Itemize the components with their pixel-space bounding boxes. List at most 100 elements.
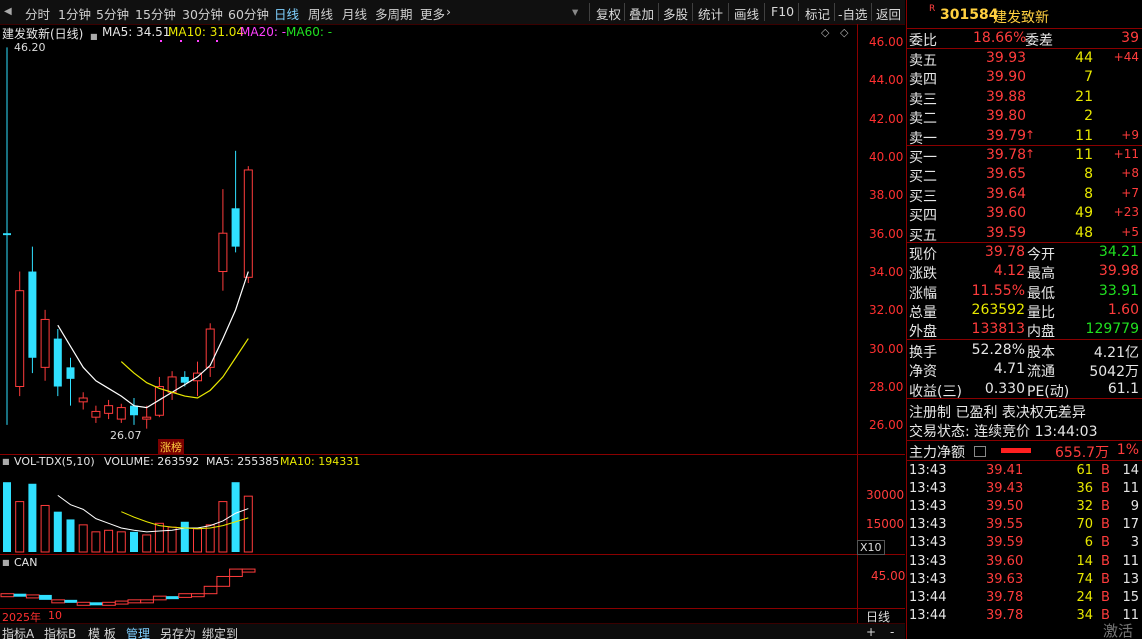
- save-as-tab[interactable]: 另存为: [160, 625, 196, 639]
- marker-dot: [180, 40, 182, 42]
- main-flow-icon[interactable]: [974, 446, 986, 457]
- candlestick-series: [3, 47, 253, 429]
- quote-value: 1.60: [1107, 301, 1139, 318]
- volume-bar: [104, 529, 114, 553]
- tick-row[interactable]: 13:43 39.50 32 B 9: [907, 498, 1142, 517]
- statistics-button[interactable]: 统计: [698, 4, 723, 23]
- buy-row[interactable]: 买三 39.64 8 +7: [907, 185, 1142, 205]
- dropdown-icon[interactable]: ■: [2, 558, 10, 567]
- ma20-label: MA20: -: [240, 25, 287, 39]
- sell-row[interactable]: 卖五 39.93 44 +44: [907, 49, 1142, 69]
- tab-fenshi[interactable]: 分时: [25, 4, 50, 23]
- sell-row[interactable]: 卖四 39.90 7: [907, 68, 1142, 88]
- mark-button[interactable]: 标记: [805, 4, 830, 23]
- manage-tab[interactable]: 管理: [126, 625, 150, 639]
- can-bar: [25, 594, 40, 599]
- tick-row[interactable]: 13:43 39.43 36 B 11: [907, 480, 1142, 499]
- stock-name[interactable]: 建发致新: [993, 7, 1049, 27]
- remove-watchlist-button[interactable]: -自选: [838, 4, 868, 23]
- tab-weekly[interactable]: 周线: [308, 4, 333, 23]
- buy-row[interactable]: 买二 39.65 8 +8: [907, 165, 1142, 185]
- tab-5min[interactable]: 5分钟: [96, 4, 129, 23]
- trade-status: 交易状态: 连续竞价 13:44:03: [909, 424, 1098, 440]
- buy-row[interactable]: 买五 39.59 48 +5: [907, 224, 1142, 244]
- tab-multi-period[interactable]: 多周期: [375, 4, 413, 23]
- price-tick: 38.00: [869, 188, 904, 203]
- tick-price: 39.63: [986, 571, 1024, 587]
- zoom-out-button[interactable]: -: [890, 625, 894, 639]
- sell-volume: 7: [1084, 69, 1093, 86]
- buy-row[interactable]: 买四 39.60 49 +23: [907, 204, 1142, 224]
- tick-row[interactable]: 13:44 39.78 34 B 11: [907, 607, 1142, 626]
- sell-label: 卖一: [909, 130, 937, 147]
- tick-row[interactable]: 13:43 39.41 61 B 14: [907, 462, 1142, 481]
- stock-header: R 301584 建发致新: [907, 4, 1142, 26]
- indicator-a-tab[interactable]: 指标A: [2, 625, 34, 639]
- tab-15min[interactable]: 15分钟: [135, 4, 176, 23]
- tick-row[interactable]: 13:43 39.63 74 B 13: [907, 571, 1142, 590]
- tab-monthly[interactable]: 月线: [342, 4, 367, 23]
- tick-row[interactable]: 13:43 39.59 6 B 3: [907, 534, 1142, 553]
- zoom-in-button[interactable]: +: [866, 625, 876, 639]
- candle-body: [28, 271, 37, 358]
- volume-ma5: MA5: 255385: [206, 455, 280, 468]
- tick-count: 13: [1122, 571, 1139, 587]
- overlay-button[interactable]: 叠加: [629, 4, 654, 23]
- candle-body: [53, 338, 62, 387]
- price-tick: 44.00: [869, 73, 904, 88]
- f10-button[interactable]: F10: [771, 4, 794, 19]
- tick-price: 39.60: [986, 553, 1024, 569]
- volume-bar: [53, 511, 62, 552]
- candle-body: [142, 416, 152, 420]
- can-bar: [229, 568, 243, 577]
- tab-60min[interactable]: 60分钟: [228, 4, 269, 23]
- tab-more[interactable]: 更多: [420, 4, 445, 23]
- back-button[interactable]: 返回: [876, 4, 901, 23]
- indicator-b-tab[interactable]: 指标B: [44, 625, 76, 639]
- candle-body: [205, 328, 215, 368]
- tick-row[interactable]: 13:44 39.78 24 B 15: [907, 589, 1142, 608]
- chart-area[interactable]: [0, 24, 905, 623]
- quote-value: 39.98: [1098, 263, 1139, 280]
- sell-row[interactable]: 卖三 39.88 21: [907, 88, 1142, 108]
- template-tab[interactable]: 模 板: [88, 625, 116, 639]
- diamond-icon-2[interactable]: ◇: [840, 26, 848, 39]
- fundamental-label: 净资: [909, 364, 937, 381]
- tick-side: B: [1101, 463, 1110, 478]
- quote-label: 内盘: [1027, 324, 1055, 341]
- sell-row[interactable]: 卖二 39.80 2: [907, 107, 1142, 127]
- sell-change: +9: [1121, 127, 1139, 142]
- quote-label: 最高: [1027, 266, 1055, 283]
- chart-title: 建发致新(日线): [2, 27, 84, 41]
- tab-daily[interactable]: 日线: [274, 4, 299, 23]
- tab-30min[interactable]: 30分钟: [182, 4, 223, 23]
- dropdown-icon[interactable]: ■: [2, 457, 10, 466]
- buy-row[interactable]: 买一 39.78 ↑ 11 +11: [907, 146, 1142, 166]
- sell-row[interactable]: 卖一 39.79 ↑ 11 +9: [907, 127, 1142, 147]
- buy-change: +5: [1121, 224, 1139, 239]
- quote-value: 34.21: [1098, 244, 1139, 260]
- tick-row[interactable]: 13:43 39.55 70 B 17: [907, 516, 1142, 535]
- limit-up-badge[interactable]: 涨榜: [158, 439, 184, 455]
- collapse-left-icon[interactable]: ◀: [4, 6, 12, 17]
- buy-volume: 8: [1084, 185, 1093, 202]
- diamond-icon[interactable]: ◇: [821, 26, 829, 39]
- tab-1min[interactable]: 1分钟: [58, 4, 91, 23]
- draw-line-button[interactable]: 画线: [734, 4, 759, 23]
- price-tick: 36.00: [869, 226, 904, 241]
- price-tick: 42.00: [869, 111, 904, 126]
- fuquan-button[interactable]: 复权: [596, 4, 621, 23]
- dropdown-icon[interactable]: ■: [90, 32, 98, 41]
- tick-row[interactable]: 13:43 39.60 14 B 11: [907, 553, 1142, 572]
- chevron-down-icon[interactable]: ▾: [572, 4, 578, 19]
- volume-bar: [193, 528, 202, 553]
- tick-side: B: [1101, 607, 1110, 623]
- chevron-right-icon[interactable]: ›: [446, 4, 451, 19]
- buy-price: 39.59: [986, 224, 1027, 241]
- buy-change: +23: [1113, 205, 1139, 220]
- quote-label: 现价: [909, 247, 937, 263]
- multi-stock-button[interactable]: 多股: [663, 4, 688, 23]
- price-axis: 46.00 44.00 42.00 40.00 38.00 36.00 34.00 32.00…: [857, 24, 905, 454]
- price-tick: 40.00: [869, 150, 904, 165]
- bind-to-tab[interactable]: 绑定到: [202, 625, 238, 639]
